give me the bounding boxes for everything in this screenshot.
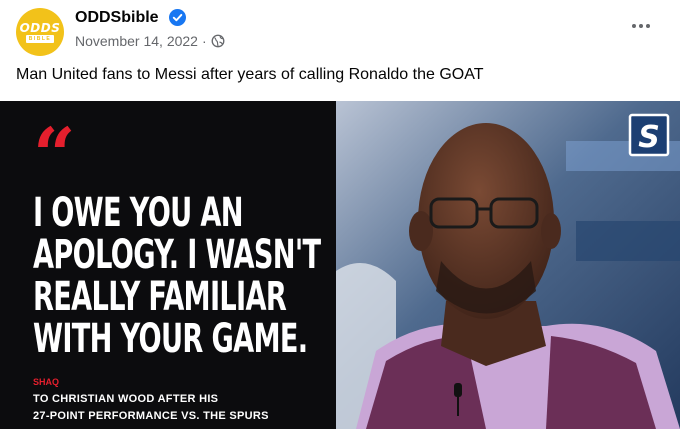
meta-separator: · — [201, 33, 207, 49]
quote-mark: “ — [33, 113, 76, 199]
quote-speaker: SHAQ — [33, 377, 60, 387]
network-logo: S — [638, 120, 660, 155]
quote-line: REALLY FAMILIAR — [33, 274, 287, 320]
more-dot — [646, 24, 650, 28]
person-photo: S — [336, 101, 680, 429]
quote-attribution: TO CHRISTIAN WOOD AFTER HIS — [33, 393, 219, 405]
globe-icon[interactable] — [211, 34, 225, 48]
post-caption: Man United fans to Messi after years of … — [16, 66, 484, 83]
post-meta: November 14, 2022 · — [75, 33, 225, 49]
page-avatar[interactable]: ODDS BIBLE — [16, 8, 64, 56]
avatar-logo-bottom: BIBLE — [25, 34, 55, 43]
quote-line: APOLOGY. I WASN'T — [33, 232, 321, 278]
post-timestamp[interactable]: November 14, 2022 — [75, 33, 198, 49]
more-options-button[interactable] — [626, 14, 656, 38]
quote-panel: “ I OWE YOU AN APOLOGY. I WASN'T REALLY … — [0, 101, 336, 429]
quote-line: I OWE YOU AN — [33, 190, 244, 236]
quote-attribution: 27-POINT PERFORMANCE VS. THE SPURS — [33, 410, 269, 422]
more-dot — [639, 24, 643, 28]
post-image[interactable]: “ I OWE YOU AN APOLOGY. I WASN'T REALLY … — [0, 101, 680, 429]
quote-line: WITH YOUR GAME. — [33, 316, 308, 362]
more-dot — [632, 24, 636, 28]
verified-badge-icon — [169, 9, 186, 26]
page-name-link[interactable]: ODDSbible — [75, 9, 159, 27]
avatar-logo-top: ODDS — [19, 20, 61, 35]
